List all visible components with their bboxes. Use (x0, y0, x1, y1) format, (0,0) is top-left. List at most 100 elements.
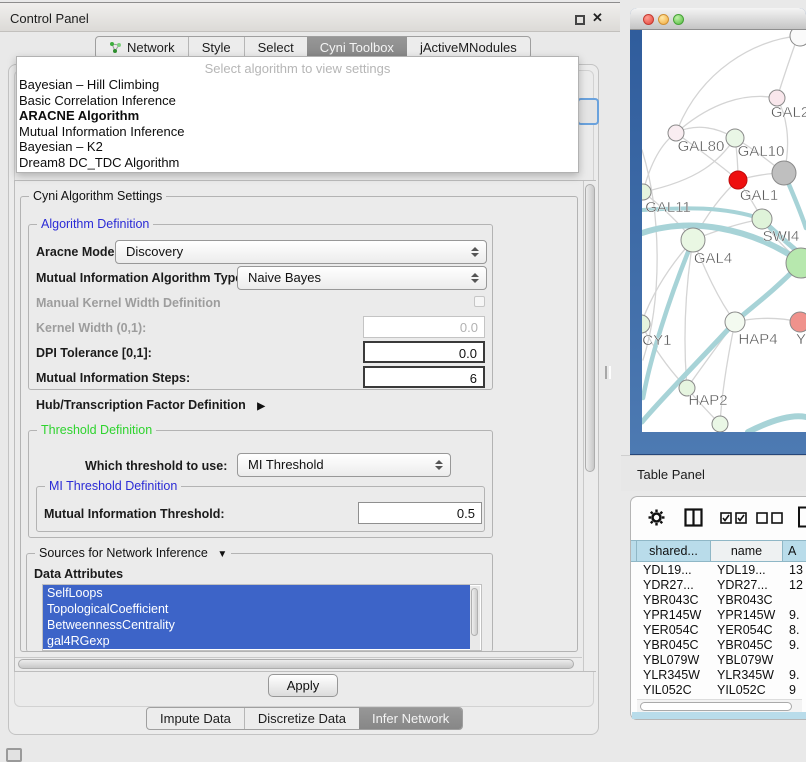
table-row[interactable]: YBR043CYBR043C (637, 593, 806, 608)
algorithm-option[interactable]: Bayesian – Hill Climbing (17, 77, 578, 93)
tab-style[interactable]: Style (188, 37, 244, 58)
algorithm-option[interactable]: Basic Correlation Inference (17, 93, 578, 109)
data-attribute-item[interactable]: TopologicalCoefficient (43, 601, 470, 617)
columns-icon[interactable] (684, 508, 703, 527)
unchecked-boxes-icon[interactable] (756, 512, 784, 524)
algorithm-option[interactable]: Bayesian – K2 (17, 139, 578, 155)
mi-threshold-field[interactable]: 0.5 (358, 502, 482, 524)
list-scrollbar[interactable] (470, 586, 480, 650)
aracne-mode-value: Discovery (126, 244, 183, 259)
tab-label: Select (258, 37, 294, 58)
table-panel-title: Table Panel (637, 467, 705, 482)
minimize-traffic-light-icon[interactable] (658, 14, 669, 25)
algorithm-option[interactable]: Dream8 DC_TDC Algorithm (17, 155, 578, 171)
table-horizontal-scrollbar[interactable] (637, 699, 802, 712)
tab-infer-network[interactable]: Infer Network (359, 708, 462, 729)
tab-label: Discretize Data (258, 708, 346, 729)
table-cell (783, 593, 806, 608)
network-canvas[interactable]: GAL2GAL80GAL10GAL1GAL11SWI4GAL4GCY1HAP4Y… (642, 30, 806, 432)
algorithm-option[interactable]: ARACNE Algorithm (17, 108, 578, 124)
table-row[interactable]: YDL19...YDL19...13 (637, 563, 806, 578)
network-node[interactable] (790, 30, 806, 46)
table-row[interactable]: YIL052CYIL052C9 (637, 683, 806, 698)
data-attribute-item[interactable]: BetweennessCentrality (43, 617, 470, 633)
scrollbar-thumb[interactable] (471, 588, 478, 636)
table-row[interactable]: YDR27...YDR27...12 (637, 578, 806, 593)
aracne-mode-combobox[interactable]: Discovery (115, 240, 487, 264)
gear-icon[interactable] (648, 509, 665, 526)
zoom-traffic-light-icon[interactable] (673, 14, 684, 25)
which-threshold-combobox[interactable]: MI Threshold (237, 453, 451, 477)
network-edge-thick[interactable] (748, 416, 806, 432)
network-edge[interactable] (777, 36, 798, 98)
minimized-panel-chip[interactable] (6, 748, 22, 762)
hub-definition-expander[interactable]: Hub/Transcription Factor Definition ▶ (36, 398, 265, 412)
node-label-y: Y (796, 331, 806, 348)
apply-button[interactable]: Apply (268, 674, 338, 697)
scrollbar-thumb[interactable] (585, 184, 595, 472)
settings-vertical-scrollbar[interactable] (583, 181, 596, 671)
manual-kernel-width-checkbox[interactable] (474, 296, 485, 307)
sources-title[interactable]: Sources for Network Inference ▼ (35, 546, 231, 560)
tab-jactivemnodules[interactable]: jActiveMNodules (407, 37, 530, 58)
settings-horizontal-scrollbar[interactable] (15, 657, 582, 670)
document-icon[interactable] (797, 506, 806, 528)
network-node-gcy1[interactable] (642, 315, 650, 333)
threshold-definition-title: Threshold Definition (37, 423, 156, 437)
algorithm-option[interactable]: Mutual Information Inference (17, 124, 578, 140)
network-window-titlebar[interactable] (630, 8, 806, 30)
table-row[interactable]: YLR345WYLR345W9. (637, 668, 806, 683)
tab-select[interactable]: Select (244, 37, 307, 58)
dpi-tolerance-field[interactable]: 0.0 (363, 341, 485, 363)
combo-arrows-icon (435, 459, 443, 471)
table-cell: YER054C (711, 623, 783, 638)
table-row[interactable]: YBR045CYBR045C9. (637, 638, 806, 653)
network-node-gal4[interactable] (681, 228, 705, 252)
kernel-width-field[interactable]: 0.0 (363, 316, 485, 338)
checked-boxes-icon[interactable] (720, 512, 748, 524)
data-attributes-label: Data Attributes (34, 567, 123, 581)
network-node[interactable] (772, 161, 796, 185)
network-edge[interactable] (643, 133, 676, 192)
data-attribute-item[interactable]: SelfLoops (43, 585, 470, 601)
scrollbar-thumb[interactable] (640, 702, 792, 711)
network-node[interactable] (712, 416, 728, 432)
close-icon[interactable]: ✕ (592, 10, 603, 26)
table-row[interactable]: YPR145WYPR145W9. (637, 608, 806, 623)
table-cell: 12 (783, 578, 806, 593)
algorithm-combobox[interactable] (577, 98, 599, 125)
control-panel-titlebar: Control Panel ✕ (0, 3, 620, 32)
scrollbar-thumb[interactable] (18, 659, 574, 669)
tab-cyni-toolbox[interactable]: Cyni Toolbox (307, 37, 407, 58)
network-node-hap4[interactable] (725, 312, 745, 332)
node-label-gcy1: GCY1 (642, 332, 671, 349)
float-window-icon[interactable] (575, 15, 585, 25)
table-row[interactable]: YER054CYER054C8. (637, 623, 806, 638)
tab-network[interactable]: Network (96, 37, 188, 58)
column-header-shared[interactable]: shared... (637, 540, 711, 562)
mi-algorithm-type-combobox[interactable]: Naive Bayes (237, 266, 487, 290)
tab-impute-data[interactable]: Impute Data (147, 708, 244, 729)
which-threshold-label: Which threshold to use: (85, 459, 227, 473)
tab-label: Cyni Toolbox (320, 37, 394, 58)
tab-label: Style (202, 37, 231, 58)
tab-discretize-data[interactable]: Discretize Data (244, 708, 359, 729)
network-node-swi4[interactable] (752, 209, 772, 229)
mi-steps-field[interactable]: 6 (363, 366, 485, 388)
table-cell: YLR345W (637, 668, 711, 683)
data-attribute-item[interactable]: gal4RGexp (43, 633, 470, 649)
table-cell: YBL079W (637, 653, 711, 668)
panel-divider-grip[interactable] (605, 366, 611, 379)
network-node-y[interactable] (790, 312, 806, 332)
table-cell: YER054C (637, 623, 711, 638)
data-attributes-list[interactable]: SelfLoopsTopologicalCoefficientBetweenne… (42, 584, 482, 651)
manual-kernel-width-label: Manual Kernel Width Definition (36, 296, 221, 310)
close-traffic-light-icon[interactable] (643, 14, 654, 25)
table-row[interactable]: YBL079WYBL079W (637, 653, 806, 668)
table-cell: 9. (783, 638, 806, 653)
column-header-name[interactable]: name (711, 540, 783, 562)
table-cell: YDL19... (637, 563, 711, 578)
aracne-mode-label: Aracne Mode: (36, 245, 119, 259)
tab-label: Impute Data (160, 708, 231, 729)
column-header-partial[interactable]: A (783, 540, 806, 562)
